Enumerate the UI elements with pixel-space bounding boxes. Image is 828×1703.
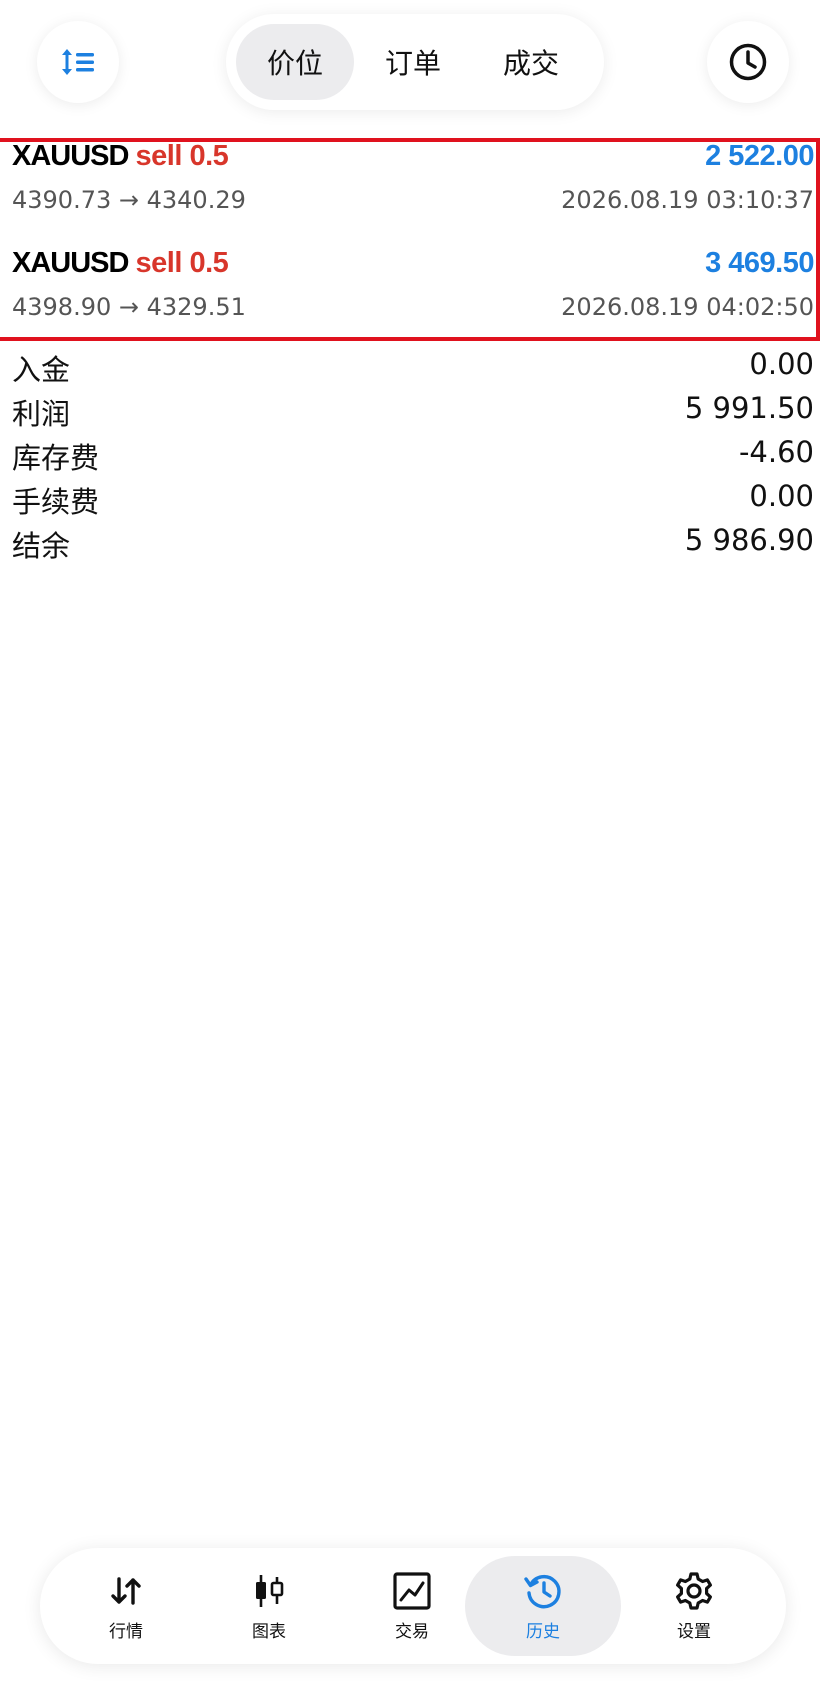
nav-settings[interactable]: 设置: [616, 1556, 772, 1656]
tab-deals[interactable]: 成交: [472, 24, 590, 100]
deal-symbol: XAUUSD sell 0.5: [12, 140, 229, 173]
nav-quotes[interactable]: 行情: [48, 1556, 204, 1656]
nav-label: 历史: [526, 1621, 560, 1642]
quotes-arrows-icon: [111, 1576, 141, 1605]
symbol-text: XAUUSD: [12, 247, 129, 279]
deal-row[interactable]: XAUUSD sell 0.5 3 469.50 4398.90 → 4329.…: [12, 247, 814, 337]
summary-value: 5 986.90: [684, 523, 814, 557]
nav-label: 行情: [109, 1621, 143, 1642]
nav-history[interactable]: 历史: [465, 1556, 621, 1656]
symbol-text: XAUUSD: [12, 140, 129, 172]
tab-switcher: 价位 订单 成交: [226, 14, 604, 110]
tab-orders[interactable]: 订单: [354, 24, 472, 100]
summary-value: 0.00: [749, 347, 814, 381]
summary-label: 利润: [12, 397, 71, 431]
nav-charts[interactable]: 图表: [191, 1556, 347, 1656]
summary-row-swap: 库存费 -4.60: [12, 433, 814, 477]
bottom-nav: 行情 图表 交易 历史 设置: [40, 1548, 786, 1664]
summary-row-balance: 结余 5 986.90: [12, 521, 814, 565]
summary-label: 入金: [12, 353, 71, 387]
summary-value: 5 991.50: [684, 391, 814, 425]
nav-label: 图表: [252, 1621, 286, 1642]
nav-label: 交易: [395, 1621, 429, 1642]
summary-value: -4.60: [738, 435, 814, 469]
deal-type: sell 0.5: [135, 247, 229, 279]
summary-row-commission: 手续费 0.00: [12, 477, 814, 521]
summary-label: 库存费: [12, 441, 100, 475]
candlestick-chart-icon: [256, 1574, 284, 1607]
period-button[interactable]: [707, 21, 789, 103]
sort-list-icon: [62, 49, 94, 75]
deal-symbol: XAUUSD sell 0.5: [12, 247, 229, 280]
deal-prices: 4390.73 → 4340.29: [12, 186, 246, 214]
deal-profit: 2 522.00: [705, 140, 814, 172]
history-icon: [524, 1574, 561, 1608]
sort-button[interactable]: [37, 21, 119, 103]
summary-row-profit: 利润 5 991.50: [12, 389, 814, 433]
summary-label: 结余: [12, 529, 71, 563]
deal-time: 2026.08.19 04:02:50: [561, 293, 814, 321]
summary-row-deposit: 入金 0.00: [12, 345, 814, 389]
nav-label: 设置: [677, 1621, 711, 1642]
gear-icon: [676, 1571, 712, 1610]
deal-profit: 3 469.50: [705, 247, 814, 279]
summary-label: 手续费: [12, 485, 100, 519]
summary-value: 0.00: [749, 479, 814, 513]
deal-prices: 4398.90 → 4329.51: [12, 293, 246, 321]
deal-time: 2026.08.19 03:10:37: [561, 186, 814, 214]
deal-row[interactable]: XAUUSD sell 0.5 2 522.00 4390.73 → 4340.…: [12, 140, 814, 230]
account-summary: 入金 0.00 利润 5 991.50 库存费 -4.60 手续费 0.00 结…: [12, 345, 814, 565]
trade-chart-icon: [393, 1571, 431, 1610]
clock-icon: [729, 43, 767, 81]
tab-positions[interactable]: 价位: [236, 24, 354, 100]
deal-type: sell 0.5: [135, 140, 229, 172]
